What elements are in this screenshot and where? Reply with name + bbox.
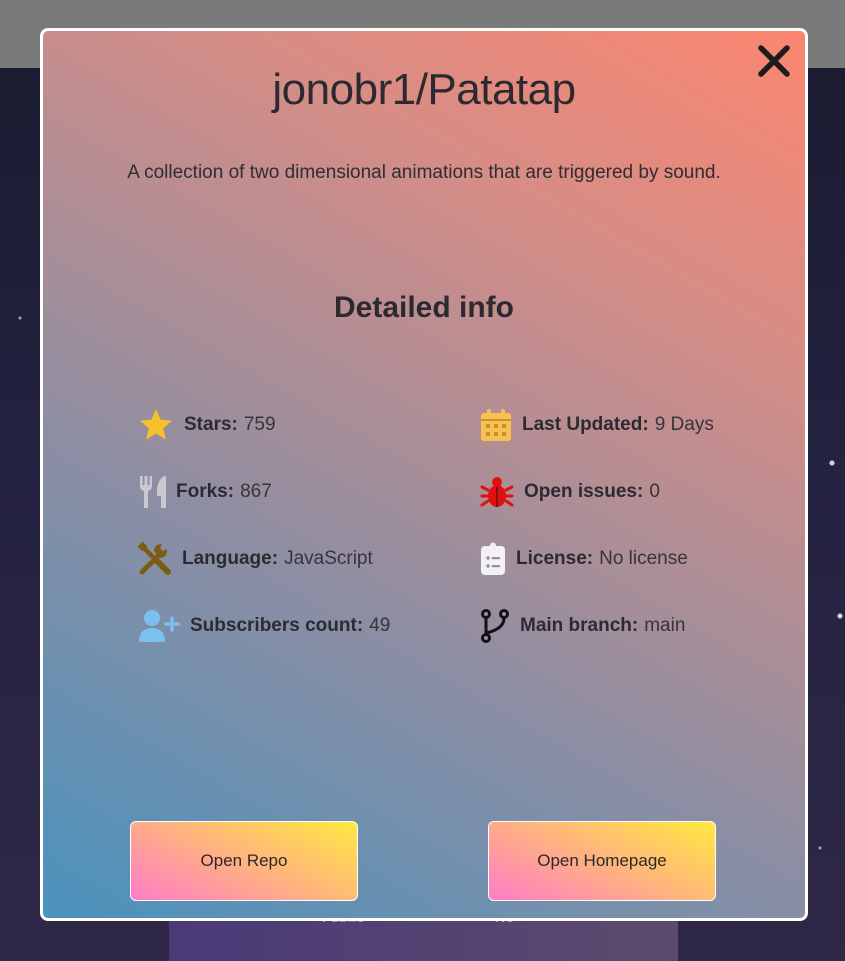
utensils-icon: [138, 475, 168, 509]
tools-icon: [138, 542, 172, 576]
subscribers-value: 49: [369, 615, 391, 636]
info-forks: Forks: 867: [138, 474, 272, 510]
language-value: JavaScript: [284, 548, 373, 569]
user-plus-icon: [138, 609, 180, 643]
info-stars: Stars: 759: [138, 407, 276, 443]
repo-title: jonobr1/Patatap: [272, 65, 576, 114]
info-subscribers: Subscribers count: 49: [138, 608, 390, 644]
section-title: Detailed info: [333, 291, 514, 324]
open-repo-button[interactable]: Open Repo: [130, 821, 358, 901]
language-label: Language:: [182, 548, 279, 569]
open-homepage-button[interactable]: Open Homepage: [488, 821, 716, 901]
calendar-icon: [480, 408, 512, 442]
forks-value: 867: [240, 481, 272, 502]
stars-label: Stars:: [184, 414, 238, 435]
open-issues-value: 0: [649, 481, 660, 502]
open-issues-label: Open issues:: [524, 481, 644, 502]
main-branch-label: Main branch:: [520, 615, 639, 636]
info-language: Language: JavaScript: [138, 541, 373, 577]
star-icon: [138, 408, 174, 442]
repo-description: A collection of two dimensional animatio…: [127, 162, 721, 183]
stars-value: 759: [243, 414, 276, 435]
code-branch-icon: [480, 609, 510, 643]
subscribers-label: Subscribers count:: [190, 615, 364, 636]
repo-details-modal: jonobr1/Patatap A collection of two dime…: [40, 28, 808, 921]
license-value: No license: [599, 548, 688, 569]
info-license: License: No license: [480, 541, 688, 577]
info-last-updated: Last Updated: 9 Days: [480, 407, 714, 443]
license-label: License:: [516, 548, 594, 569]
clipboard-list-icon: [480, 542, 506, 576]
last-updated-label: Last Updated:: [522, 414, 649, 435]
last-updated-value: 9 Days: [654, 414, 714, 435]
main-branch-value: main: [644, 615, 686, 636]
info-main-branch: Main branch: main: [480, 608, 685, 644]
info-open-issues: Open issues: 0: [480, 474, 660, 510]
bug-icon: [480, 475, 514, 509]
forks-label: Forks:: [176, 481, 235, 502]
